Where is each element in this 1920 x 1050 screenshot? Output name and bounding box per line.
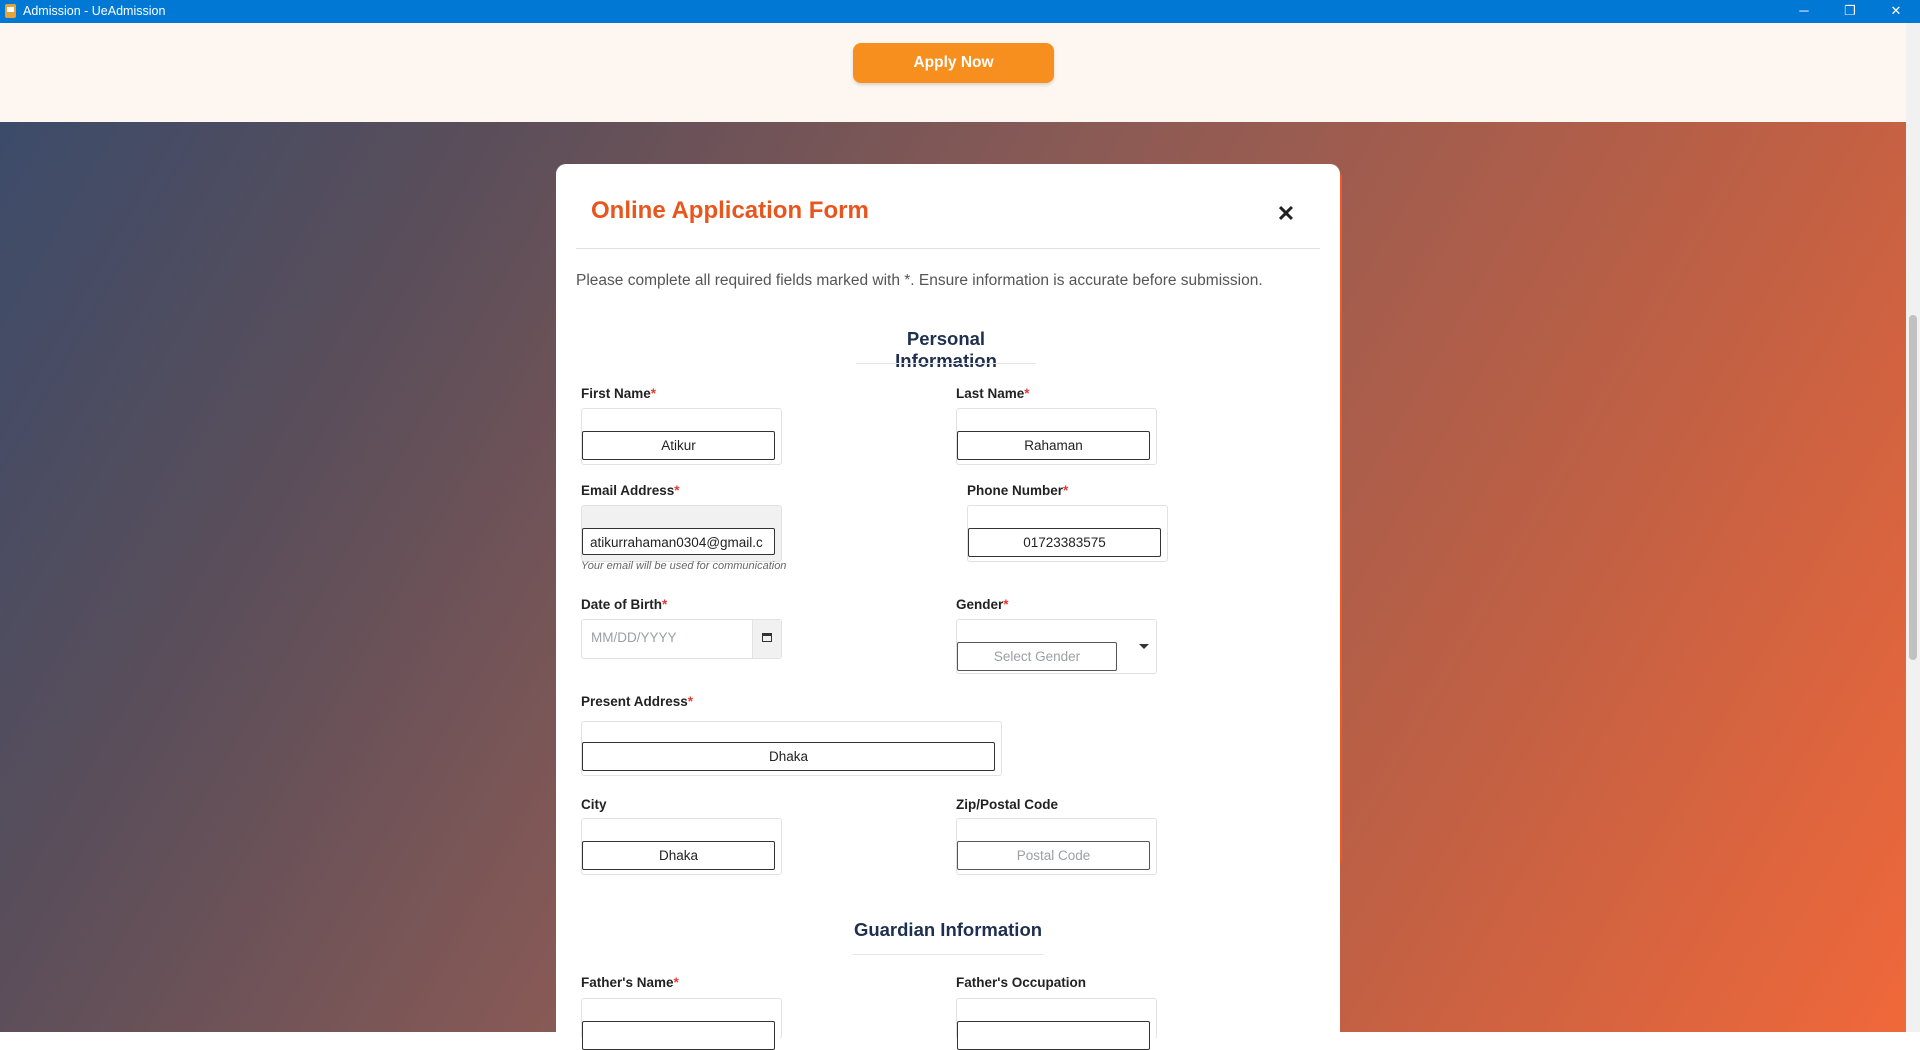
section-title-guardian: Guardian Information [853, 919, 1043, 940]
window-close-button[interactable]: ✕ [1873, 0, 1919, 23]
dob-label: Date of Birth* [581, 597, 668, 612]
present-address-label: Present Address* [581, 694, 694, 709]
dob-placeholder: MM/DD/YYYY [591, 630, 677, 645]
header-divider [576, 248, 1320, 249]
section-title-personal: Personal Information [895, 328, 997, 371]
zip-label: Zip/Postal Code [956, 797, 1059, 812]
present-address-input[interactable]: Dhaka [582, 742, 995, 771]
father-occupation-container [956, 998, 1157, 1050]
last-name-label: Last Name* [956, 386, 1030, 401]
chevron-down-icon[interactable] [1139, 644, 1149, 649]
city-input[interactable]: Dhaka [582, 841, 775, 870]
father-occupation-input[interactable] [957, 1021, 1150, 1050]
section-underline [853, 954, 1043, 955]
application-form-modal: Online Application Form ✕ Please complet… [556, 164, 1340, 1050]
apply-now-button[interactable]: Apply Now [853, 43, 1054, 83]
city-label: City [581, 797, 607, 812]
window-titlebar: Admission - UeAdmission ─ ❐ ✕ [0, 0, 1920, 23]
email-hint: Your email will be used for communicatio… [581, 560, 787, 572]
last-name-input[interactable]: Rahaman [957, 431, 1150, 460]
father-name-container [581, 998, 782, 1050]
phone-input[interactable]: 01723383575 [968, 528, 1161, 557]
first-name-label: First Name* [581, 386, 657, 401]
gender-select-value[interactable]: Select Gender [957, 642, 1117, 671]
page-scrollbar[interactable] [1906, 23, 1920, 1032]
zip-container: Postal Code [956, 818, 1157, 875]
restore-button[interactable]: ❐ [1827, 0, 1873, 23]
email-container: atikurrahaman0304@gmail.c [581, 505, 782, 562]
minimize-button[interactable]: ─ [1781, 0, 1827, 23]
father-name-label: Father's Name* [581, 975, 679, 990]
scrollbar-thumb[interactable] [1909, 315, 1917, 660]
first-name-input[interactable]: Atikur [582, 431, 775, 460]
first-name-container: Atikur [581, 408, 782, 465]
modal-close-icon[interactable]: ✕ [1274, 202, 1298, 226]
phone-container: 01723383575 [967, 505, 1168, 562]
modal-title: Online Application Form [591, 197, 869, 224]
last-name-container: Rahaman [956, 408, 1157, 465]
father-occupation-label: Father's Occupation [956, 975, 1086, 990]
email-input[interactable]: atikurrahaman0304@gmail.c [582, 528, 775, 555]
calendar-icon [762, 633, 772, 642]
gender-select[interactable]: Select Gender [956, 619, 1157, 674]
gender-label: Gender* [956, 597, 1009, 612]
form-instructions: Please complete all required fields mark… [576, 272, 1263, 289]
zip-input[interactable]: Postal Code [957, 841, 1150, 870]
calendar-button[interactable] [752, 620, 781, 658]
phone-label: Phone Number* [967, 483, 1069, 498]
city-container: Dhaka [581, 818, 782, 875]
section-underline [856, 363, 1036, 364]
father-name-input[interactable] [582, 1021, 775, 1050]
email-label: Email Address* [581, 483, 680, 498]
dob-input[interactable]: MM/DD/YYYY [581, 619, 782, 659]
present-address-container: Dhaka [581, 721, 1002, 776]
window-title: Admission - UeAdmission [23, 4, 166, 18]
app-icon [5, 4, 16, 18]
